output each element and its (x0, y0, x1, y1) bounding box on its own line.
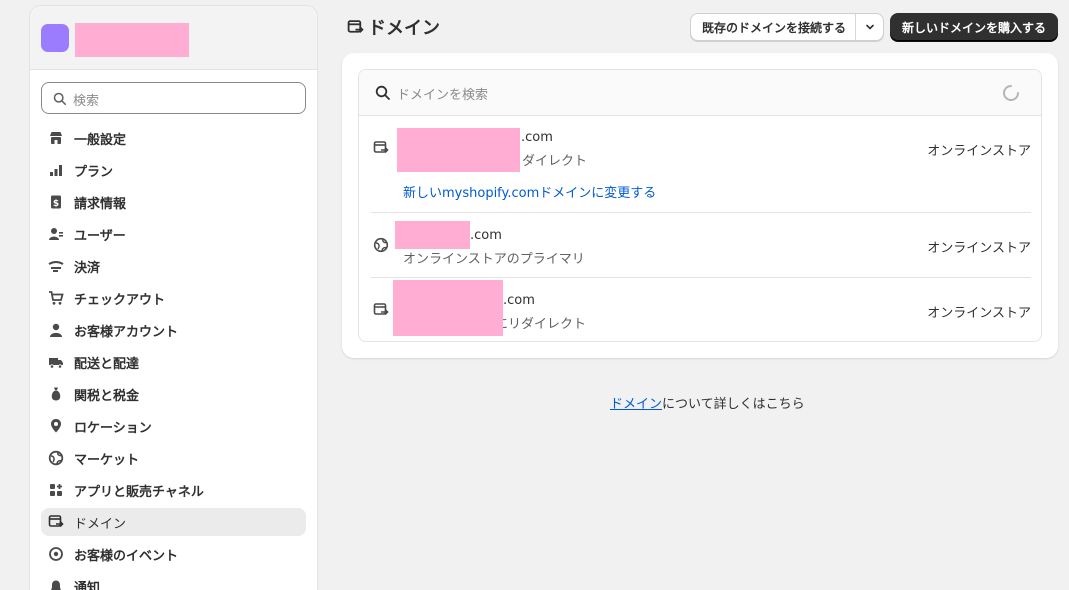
sidebar-item-label: アプリと販売チャネル (74, 484, 204, 500)
sidebar-item-plan[interactable]: プラン (41, 156, 306, 184)
sidebar-item-label: お客様アカウント (74, 324, 179, 340)
page-title-text: ドメイン (368, 18, 440, 39)
domains-card: ドメインを検索 .com リダイレクト 新しいmyshopify.comドメイン… (342, 53, 1058, 358)
sidebar-item-label: 配送と配達 (74, 356, 140, 372)
cart-icon (48, 290, 64, 306)
sidebar-item-apps-channels[interactable]: アプリと販売チャネル (41, 476, 306, 504)
tax-bag-icon (48, 386, 64, 402)
domain-icon (347, 19, 364, 33)
buy-new-domain-button[interactable]: 新しいドメインを購入する (890, 13, 1058, 41)
connect-domain-button-group: 既存のドメインを接続する (690, 13, 884, 41)
connect-existing-domain-button[interactable]: 既存のドメインを接続する (691, 19, 855, 36)
domain-search-placeholder: ドメインを検索 (397, 88, 489, 103)
sidebar-item-payments[interactable]: 決済 (41, 252, 306, 280)
sidebar-header (30, 6, 317, 70)
sidebar-item-shipping[interactable]: 配送と配達 (41, 348, 306, 376)
domains-help-link[interactable]: ドメイン (610, 397, 662, 412)
sidebar-item-notifications[interactable]: 通知 (41, 572, 306, 590)
domain-icon (48, 514, 64, 530)
sidebar-item-customer-accounts[interactable]: お客様アカウント (41, 316, 306, 344)
domain-search-bar[interactable]: ドメインを検索 (359, 70, 1041, 116)
sales-channel: オンラインストア (927, 144, 1031, 159)
change-myshopify-domain-link[interactable]: 新しいmyshopify.comドメインに変更する (403, 182, 656, 201)
sidebar-item-label: お客様のイベント (74, 548, 179, 564)
redirect-icon (373, 303, 389, 316)
billing-icon: $ (48, 194, 64, 210)
chevron-down-icon (865, 24, 874, 30)
sidebar-item-label: 決済 (74, 260, 101, 276)
truck-icon (48, 354, 64, 370)
globe-icon (373, 237, 389, 253)
sidebar-item-label: 関税と税金 (74, 388, 140, 404)
domain-name-redacted (395, 221, 470, 249)
sidebar-item-users[interactable]: ユーザー (41, 220, 306, 248)
domain-name: .com (503, 293, 535, 308)
plan-chart-icon (48, 162, 64, 178)
page-title: ドメイン (347, 14, 440, 40)
redirect-icon (373, 141, 389, 154)
store-name-redacted (75, 23, 189, 57)
bell-icon (48, 578, 64, 590)
loading-spinner-icon (1003, 85, 1019, 101)
search-icon (53, 92, 67, 106)
sidebar-item-label: 請求情報 (74, 196, 127, 212)
sidebar-item-label: ドメイン (74, 516, 127, 532)
sidebar-item-general[interactable]: 一般設定 (41, 124, 306, 152)
sidebar-item-checkout[interactable]: チェックアウト (41, 284, 306, 312)
sidebar-item-label: マーケット (74, 452, 140, 468)
sidebar-item-label: ユーザー (74, 228, 126, 244)
sales-channel: オンラインストア (927, 306, 1031, 321)
domain-name-redacted (393, 280, 503, 336)
location-pin-icon (48, 418, 64, 434)
domain-status: リダイレクト (509, 154, 588, 169)
settings-sidebar: 検索 一般設定 プラン $ 請求情報 ユーザー 決済 チェックアウト お客様アカ… (29, 5, 318, 590)
person-icon (48, 322, 64, 338)
events-icon (48, 546, 64, 562)
sidebar-search-placeholder: 検索 (73, 94, 100, 109)
more-actions-button[interactable] (855, 14, 883, 40)
search-icon (375, 85, 390, 100)
learn-more-text: について詳しくはこちら (662, 397, 805, 412)
sidebar-item-domains[interactable]: ドメイン (41, 508, 306, 536)
users-icon (48, 226, 64, 242)
sales-channel: オンラインストア (927, 241, 1031, 256)
sidebar-item-label: 一般設定 (74, 132, 127, 148)
apps-icon (48, 482, 64, 498)
domain-row[interactable]: .com リダイレクト 新しいmyshopify.comドメインに変更する オン… (371, 116, 1031, 212)
domain-name: .com (470, 228, 502, 243)
sidebar-item-markets[interactable]: マーケット (41, 444, 306, 472)
sidebar-item-label: プラン (74, 164, 114, 180)
sidebar-item-label: ロケーション (74, 420, 152, 436)
payment-icon (48, 258, 64, 274)
sidebar-nav: 一般設定 プラン $ 請求情報 ユーザー 決済 チェックアウト お客様アカウント (41, 124, 306, 590)
domain-status: にリダイレクト (495, 317, 587, 332)
sidebar-item-billing[interactable]: $ 請求情報 (41, 188, 306, 216)
store-avatar[interactable] (41, 24, 69, 52)
domain-row[interactable]: .com オンラインストアのプライマリ オンラインストア (371, 213, 1031, 277)
domain-row[interactable]: .com にリダイレクト オンラインストア (371, 278, 1031, 341)
globe-icon (48, 450, 64, 466)
sidebar-item-locations[interactable]: ロケーション (41, 412, 306, 440)
domains-list: ドメインを検索 .com リダイレクト 新しいmyshopify.comドメイン… (358, 69, 1042, 342)
learn-more-footer: ドメインについて詳しくはこちら (610, 393, 805, 412)
domain-status: オンラインストアのプライマリ (403, 252, 585, 267)
sidebar-item-label: 通知 (74, 580, 101, 590)
svg-text:$: $ (53, 199, 59, 209)
sidebar-item-customer-events[interactable]: お客様のイベント (41, 540, 306, 568)
domain-name-redacted (397, 128, 520, 172)
sidebar-search-input[interactable]: 検索 (41, 82, 306, 114)
sidebar-item-duties-taxes[interactable]: 関税と税金 (41, 380, 306, 408)
store-icon (48, 130, 64, 146)
sidebar-item-label: チェックアウト (74, 292, 166, 308)
domain-name: .com (521, 130, 553, 145)
